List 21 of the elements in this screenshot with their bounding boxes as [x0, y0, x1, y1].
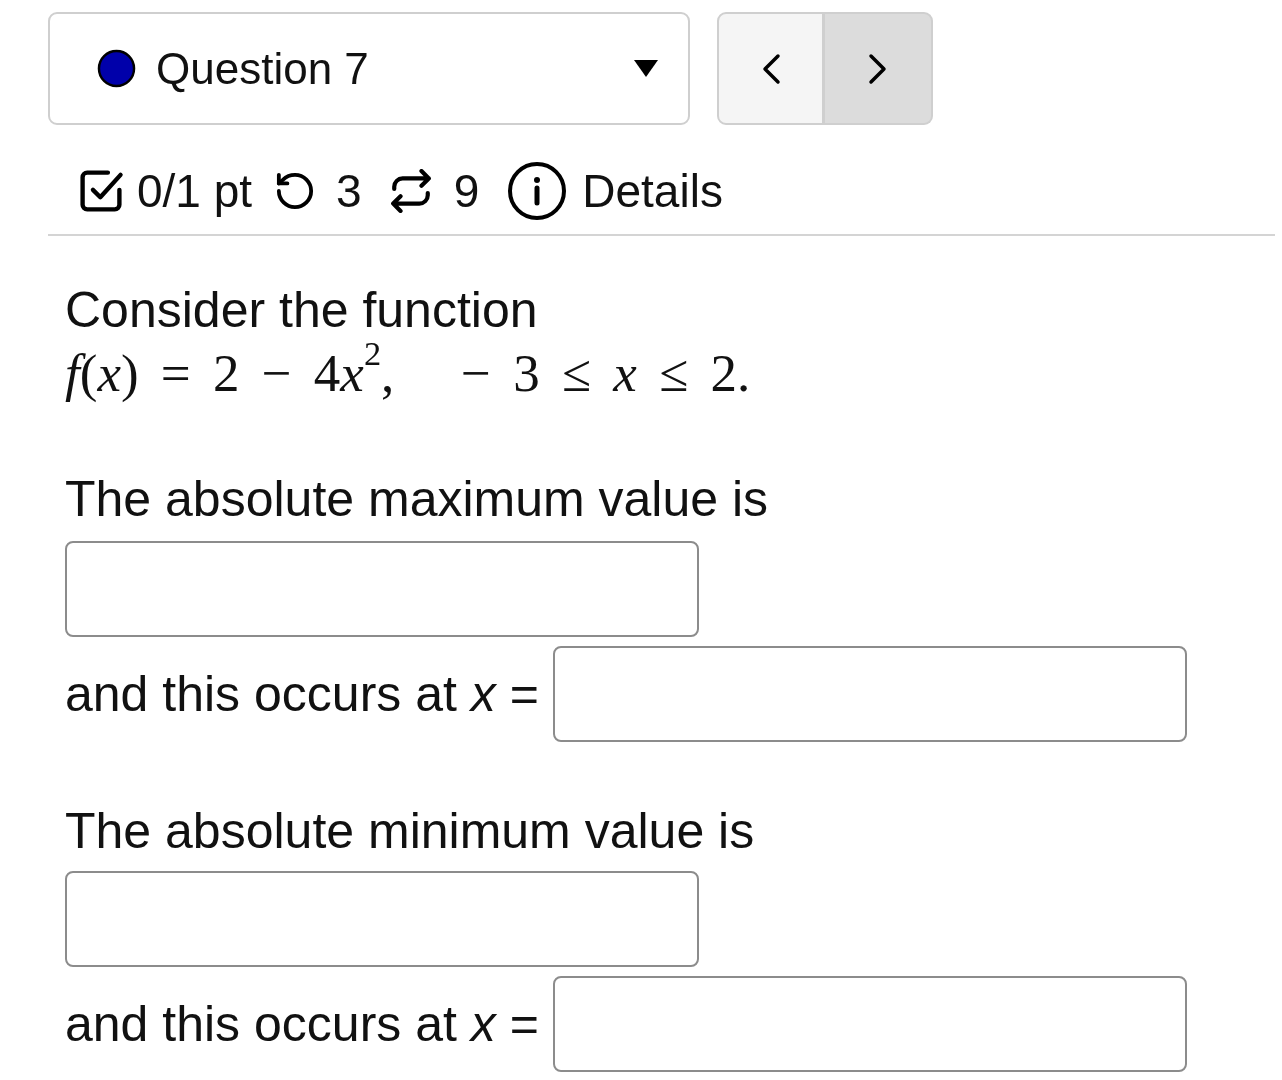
function-formula: f(x) = 2 − 4x$^{2}$, − 3 ≤ x ≤ 2.: [65, 340, 752, 404]
answer-box[interactable]: [552, 646, 1187, 742]
retry-icon: [276, 172, 315, 210]
chevron-right-icon: [867, 52, 889, 85]
question-prompt: and this occurs at x =: [65, 995, 539, 1054]
question-text: Consider the function: [65, 281, 539, 340]
question-prompt: and this occurs at x =: [65, 665, 539, 724]
caret-icon: [634, 60, 658, 77]
details-link[interactable]: Details: [582, 164, 723, 218]
answer-box[interactable]: [552, 976, 1187, 1072]
checkbox-tick-icon: [78, 168, 124, 214]
answer-box[interactable]: [65, 871, 699, 967]
question-prompt: The absolute minimum value is: [65, 802, 756, 861]
info-icon: [507, 161, 568, 221]
question-dropdown[interactable]: Question 7: [48, 12, 690, 125]
answer-box[interactable]: [65, 541, 699, 637]
repeat-icon: [389, 169, 432, 213]
attempts-count: 9: [453, 164, 480, 218]
retries-count: 3: [336, 164, 362, 218]
score-text: 0/1 pt: [137, 164, 253, 218]
question-prompt: The absolute maximum value is: [65, 470, 770, 529]
